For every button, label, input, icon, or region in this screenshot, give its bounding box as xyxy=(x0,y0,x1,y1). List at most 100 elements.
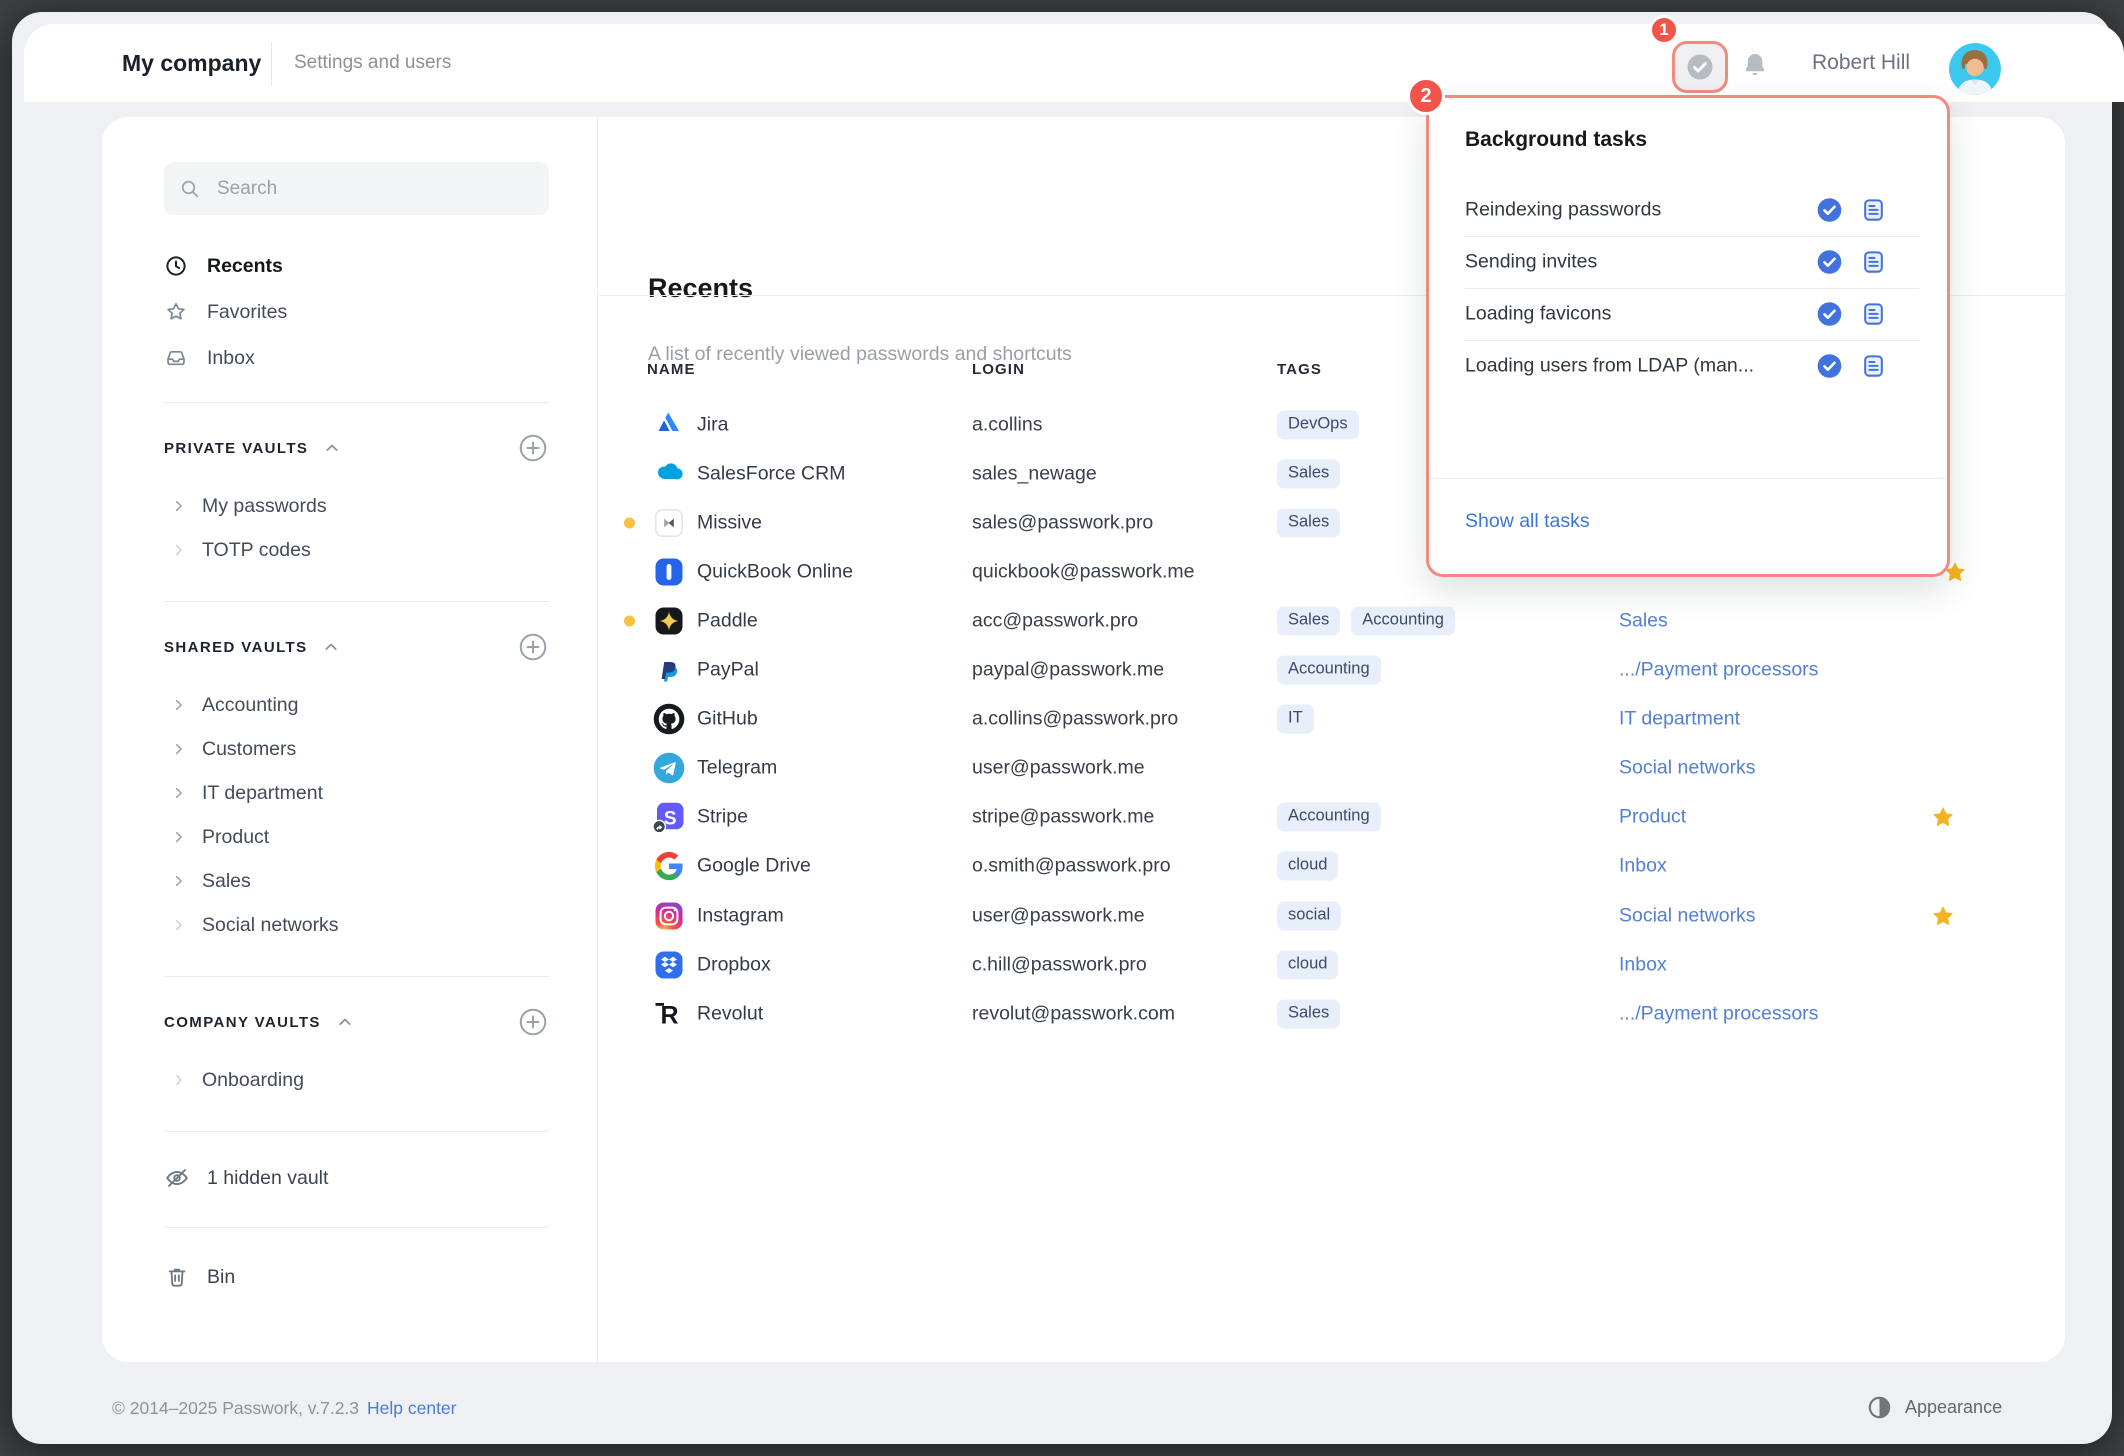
record-name: Stripe xyxy=(697,806,748,829)
tag-devops[interactable]: DevOps xyxy=(1277,410,1359,439)
divider xyxy=(164,601,549,602)
avatar[interactable] xyxy=(1949,43,2001,95)
task-log-icon[interactable] xyxy=(1860,249,1887,276)
chevron-right-icon xyxy=(170,740,188,758)
annotation-badge-2: 2 xyxy=(1407,77,1445,115)
sidebar-item-recents[interactable]: Recents xyxy=(164,243,597,289)
vault-link[interactable]: Sales xyxy=(1619,609,1668,632)
add-vault-button[interactable] xyxy=(517,1006,549,1038)
dropbox-icon xyxy=(652,948,686,982)
vault-link[interactable]: Social networks xyxy=(1619,757,1756,780)
task-done-check-icon[interactable] xyxy=(1816,249,1843,276)
tag-accounting[interactable]: Accounting xyxy=(1277,803,1381,832)
task-log-icon[interactable] xyxy=(1860,197,1887,224)
background-task-row: Reindexing passwords xyxy=(1429,186,1947,234)
help-center-link[interactable]: Help center xyxy=(367,1398,457,1419)
tag-sales[interactable]: Sales xyxy=(1277,999,1340,1028)
task-done-check-icon[interactable] xyxy=(1816,353,1843,380)
sidebar-item-sales[interactable]: Sales xyxy=(164,859,597,903)
show-all-tasks-link[interactable]: Show all tasks xyxy=(1465,510,1590,533)
sidebar-item-inbox[interactable]: Inbox xyxy=(164,335,597,381)
search-input[interactable] xyxy=(215,177,535,201)
tag-accounting[interactable]: Accounting xyxy=(1277,656,1381,685)
task-done-check-icon[interactable] xyxy=(1816,301,1843,328)
vault-link[interactable]: Inbox xyxy=(1619,855,1667,878)
popup-title: Background tasks xyxy=(1465,128,1647,152)
settings-and-users-link[interactable]: Settings and users xyxy=(294,24,451,102)
task-log-icon[interactable] xyxy=(1860,353,1887,380)
record-login: quickbook@passwork.me xyxy=(972,560,1194,583)
notifications-bell-icon[interactable] xyxy=(1740,50,1770,80)
vault-label: Customers xyxy=(202,738,296,761)
vault-label: Onboarding xyxy=(202,1069,304,1092)
status-dot xyxy=(624,517,635,528)
section-title: SHARED VAULTS xyxy=(164,639,307,656)
sidebar-item-totp-codes[interactable]: TOTP codes xyxy=(164,528,597,572)
annotation-badge-1: 1 xyxy=(1649,15,1679,45)
favorite-star-icon xyxy=(1930,804,1956,830)
hidden-vaults-toggle[interactable]: 1 hidden vault xyxy=(164,1156,597,1200)
sidebar-item-favorites[interactable]: Favorites xyxy=(164,289,597,335)
vault-link[interactable]: IT department xyxy=(1619,708,1740,731)
table-row[interactable]: Telegramuser@passwork.meSocial networks xyxy=(599,744,2065,793)
task-log-icon[interactable] xyxy=(1860,301,1887,328)
company-name[interactable]: My company xyxy=(122,24,261,102)
background-tasks-button[interactable] xyxy=(1672,41,1728,93)
sidebar-item-label: Inbox xyxy=(207,347,255,370)
record-name: PayPal xyxy=(697,659,759,682)
hidden-vault-label: 1 hidden vault xyxy=(207,1167,328,1190)
vault-label: Product xyxy=(202,826,269,849)
table-row[interactable]: Instagramuser@passwork.mesocialSocial ne… xyxy=(599,891,2065,940)
tag-accounting[interactable]: Accounting xyxy=(1351,606,1455,635)
table-row[interactable]: RRevolutrevolut@passwork.comSales.../Pay… xyxy=(599,989,2065,1038)
tag-sales[interactable]: Sales xyxy=(1277,606,1340,635)
record-tags: social xyxy=(1277,901,1341,930)
vault-link[interactable]: Inbox xyxy=(1619,953,1667,976)
vault-link[interactable]: Social networks xyxy=(1619,904,1756,927)
record-tags: DevOps xyxy=(1277,410,1359,439)
background-task-row: Sending invites xyxy=(1429,238,1947,286)
tag-cloud[interactable]: cloud xyxy=(1277,852,1338,881)
vault-label: IT department xyxy=(202,782,323,805)
table-row[interactable]: Dropboxc.hill@passwork.procloudInbox xyxy=(599,940,2065,989)
vault-link[interactable]: .../Payment processors xyxy=(1619,659,1818,682)
sidebar-item-onboarding[interactable]: Onboarding xyxy=(164,1058,597,1102)
task-done-check-icon[interactable] xyxy=(1816,197,1843,224)
sidebar-item-social-networks[interactable]: Social networks xyxy=(164,903,597,947)
task-label: Reindexing passwords xyxy=(1465,199,1661,222)
table-row[interactable]: Google Driveo.smith@passwork.procloudInb… xyxy=(599,842,2065,891)
task-label: Sending invites xyxy=(1465,251,1597,274)
sidebar-item-it-department[interactable]: IT department xyxy=(164,771,597,815)
tag-sales[interactable]: Sales xyxy=(1277,508,1340,537)
divider xyxy=(1429,478,1947,479)
user-name[interactable]: Robert Hill xyxy=(1812,24,1910,102)
sidebar-item-customers[interactable]: Customers xyxy=(164,727,597,771)
add-vault-button[interactable] xyxy=(517,432,549,464)
tag-social[interactable]: social xyxy=(1277,901,1341,930)
divider xyxy=(1465,236,1919,237)
record-login: sales_newage xyxy=(972,462,1097,485)
sidebar-item-bin[interactable]: Bin xyxy=(164,1254,597,1300)
tag-it[interactable]: IT xyxy=(1277,705,1314,734)
record-name: Missive xyxy=(697,511,762,534)
record-login: paypal@passwork.me xyxy=(972,659,1164,682)
record-name: Dropbox xyxy=(697,953,771,976)
section-title: PRIVATE VAULTS xyxy=(164,440,308,457)
table-row[interactable]: GitHuba.collins@passwork.proITIT departm… xyxy=(599,695,2065,744)
table-row[interactable]: Paddleacc@passwork.proSalesAccountingSal… xyxy=(599,596,2065,645)
tag-sales[interactable]: Sales xyxy=(1277,459,1340,488)
add-vault-button[interactable] xyxy=(517,631,549,663)
record-name: SalesForce CRM xyxy=(697,462,845,485)
vault-link[interactable]: .../Payment processors xyxy=(1619,1002,1818,1025)
record-login: acc@passwork.pro xyxy=(972,609,1138,632)
table-row[interactable]: SStripestripe@passwork.meAccountingProdu… xyxy=(599,793,2065,842)
table-row[interactable]: PayPal paypal@passwork.me Accounting .../Pa… xyxy=(599,646,2065,695)
record-tags: Accounting xyxy=(1277,656,1381,685)
sidebar-item-my-passwords[interactable]: My passwords xyxy=(164,484,597,528)
sidebar-item-product[interactable]: Product xyxy=(164,815,597,859)
appearance-toggle[interactable]: Appearance xyxy=(1866,1394,2002,1421)
sidebar-item-accounting[interactable]: Accounting xyxy=(164,683,597,727)
vault-label: My passwords xyxy=(202,495,327,518)
vault-link[interactable]: Product xyxy=(1619,806,1686,829)
tag-cloud[interactable]: cloud xyxy=(1277,950,1338,979)
